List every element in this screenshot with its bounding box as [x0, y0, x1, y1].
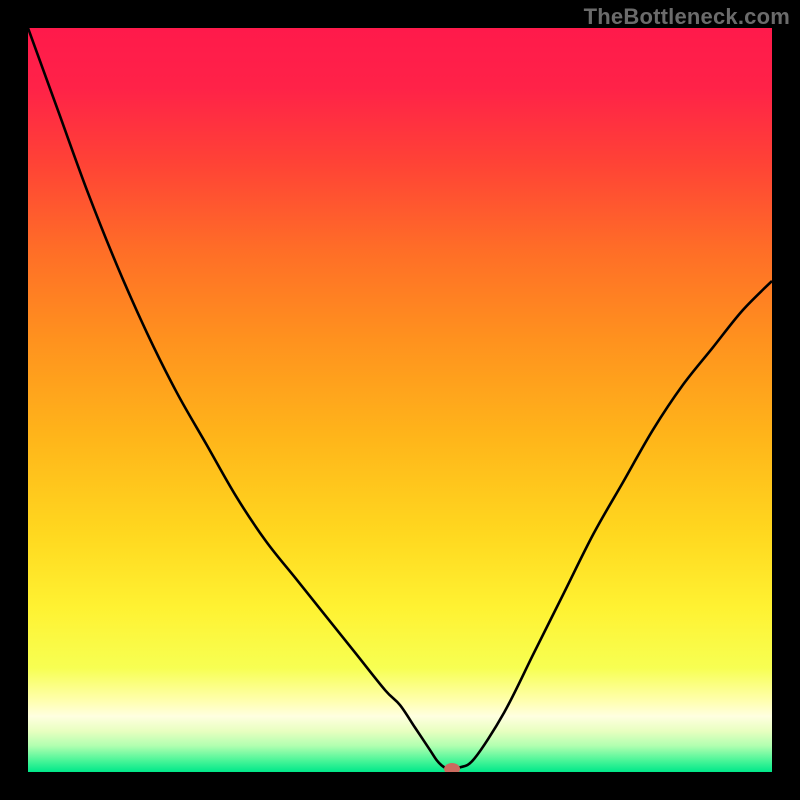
plot-area [28, 28, 772, 772]
plot-svg [28, 28, 772, 772]
gradient-background [28, 28, 772, 772]
watermark-text: TheBottleneck.com [584, 4, 790, 30]
chart-frame: TheBottleneck.com [0, 0, 800, 800]
